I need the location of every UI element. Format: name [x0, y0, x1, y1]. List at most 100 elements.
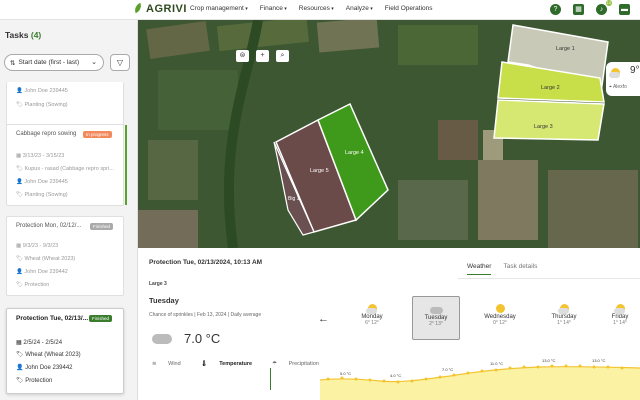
graph-label: 13.0 °C [542, 358, 555, 363]
forecast-day[interactable]: Wednesday 0° 12° [476, 296, 524, 340]
calendar-icon[interactable]: ▦ [573, 4, 584, 15]
nav-field-operations[interactable]: Field Operations [385, 5, 433, 12]
task-user: 👤 John Doe 239442 [16, 365, 73, 371]
task-user: 👤 John Doe 239442 [16, 269, 68, 275]
legend-temperature[interactable]: 🌡 Temperature [201, 361, 262, 367]
tasks-sidebar: Tasks (4) ⇅ Start date (first - last) ⌄ … [0, 20, 138, 400]
status-badge: Finished [89, 315, 113, 322]
main-nav: Crop management Finance Resources Analyz… [190, 5, 445, 12]
search-map-button[interactable]: ⌕ [276, 50, 289, 62]
task-crop: 🏷 Wheat (Wheat 2023) [16, 352, 81, 358]
zoom-in-button[interactable]: + [256, 50, 269, 62]
task-user-text: John Doe 239442 [24, 269, 68, 275]
bell-icon[interactable]: ♪ 10 [596, 0, 612, 15]
nav-resources[interactable]: Resources [299, 5, 334, 12]
sort-icon: ⇅ [10, 59, 16, 67]
sun-cloud-icon [613, 304, 625, 314]
tab-task-details[interactable]: Task details [503, 263, 537, 275]
task-crop-text: Wheat (Wheat 2023) [24, 256, 76, 262]
tab-weather[interactable]: Weather [467, 263, 492, 275]
cloud-icon [429, 307, 443, 314]
field-label-large-5: Large 5 [310, 168, 329, 174]
graph-label: 11.0 °C [490, 361, 503, 366]
field-label-large-4: Large 4 [345, 150, 364, 156]
status-badge: Finished [90, 223, 114, 230]
sun-cloud-icon [609, 68, 620, 78]
popup-place: ⌖ Alexfo [609, 84, 627, 90]
task-card-selected[interactable]: Protection Tue, 02/13/... Finished ▦ 2/5… [6, 308, 124, 394]
weather-summary: Chance of sprinkles | Feb 13, 2024 | Dai… [149, 312, 262, 318]
sort-select[interactable]: ⇅ Start date (first - last) ⌄ [4, 54, 104, 71]
cloud-icon [152, 334, 172, 344]
plus-icon: + [260, 52, 265, 59]
rain-icon: ☂ [272, 361, 278, 367]
satellite-map[interactable]: Large 1 Large 2 Large 3 Large 5 Large 4 … [138, 20, 640, 248]
forecast-day-selected[interactable]: Tuesday 2° 13° [412, 296, 460, 340]
field-label-large-1: Large 1 [556, 46, 575, 52]
help-icon[interactable]: ? [550, 4, 561, 15]
task-card[interactable]: 👤 John Doe 239445 🏷 Planting (Sowing) [6, 82, 124, 128]
task-card[interactable]: Protection Mon, 02/12/... Finished ▦ 9/3… [6, 216, 124, 296]
forecast-day-range: 2° 13° [429, 321, 443, 327]
forecast-day-range: 1° 14° [613, 320, 627, 326]
task-user: 👤 John Doe 239445 [16, 88, 68, 94]
thermometer-icon: 🌡 [200, 361, 208, 367]
forecast-day[interactable]: Thursday 1° 14° [540, 296, 588, 340]
forecast-day[interactable]: Friday 1° 14° [600, 296, 640, 340]
nav-finance[interactable]: Finance [260, 5, 287, 12]
popup-place-text: Alexfo [612, 84, 627, 90]
graph-legend: ≋ Wind 🌡 Temperature ☂ Precipitation [152, 361, 339, 367]
field-label-big-1: Big 1 [288, 196, 300, 202]
sort-label: Start date (first - last) [18, 59, 80, 66]
tasks-title: Tasks (4) [5, 30, 41, 40]
map-canvas: Large 1 Large 2 Large 3 Large 5 Large 4 … [138, 20, 640, 248]
field-large-3[interactable] [493, 99, 605, 141]
forecast-day[interactable]: Monday 6° 12° [348, 296, 396, 340]
task-card[interactable]: Cabbage repro sowing In progress ▦ 3/13/… [6, 124, 127, 206]
task-operation: 🏷 Protection [16, 378, 53, 384]
weather-condition: Chance of sprinkles [149, 312, 193, 318]
task-dates-text: 3/13/23 - 3/15/23 [22, 153, 65, 159]
filter-button[interactable]: ▽ [110, 54, 130, 71]
current-temp: 7.0 °C [184, 331, 221, 346]
sun-cloud-icon [557, 304, 569, 314]
task-operation-text: Protection [24, 282, 50, 288]
graph-label: 13.0 °C [592, 358, 605, 363]
notification-badge: 10 [605, 0, 612, 6]
card-rail [125, 125, 127, 205]
search-icon: ⌕ [280, 52, 285, 59]
logo-text: AGRIVI [146, 3, 187, 15]
field-name: Large 3 [149, 281, 167, 287]
graph-label: 7.0 °C [442, 367, 453, 372]
chat-icon[interactable]: ▬ [619, 4, 630, 15]
forecast-day-range: 6° 12° [365, 320, 379, 326]
nav-crop-management[interactable]: Crop management [190, 5, 248, 12]
nav-analyze[interactable]: Analyze [346, 5, 373, 12]
task-title: Protection Mon, 02/12/... [16, 223, 82, 229]
task-title: Cabbage repro sowing [16, 131, 77, 137]
arrow-left-icon: ← [318, 313, 329, 325]
filter-icon: ▽ [116, 58, 124, 67]
legend-temp-label: Temperature [219, 361, 253, 367]
field-label-large-3: Large 3 [534, 124, 553, 130]
legend-wind[interactable]: ≋ Wind [152, 361, 191, 367]
location-pin-icon: ⌖ [609, 84, 612, 90]
task-operation-text: Planting (Sowing) [24, 192, 68, 198]
map-weather-popup[interactable]: 9° ⌖ Alexfo [606, 62, 640, 96]
task-crop-text: Kupus - rasad (Cabbage repro spri... [24, 166, 114, 172]
layers-button[interactable]: ⊜ [236, 50, 249, 62]
task-user: 👤 John Doe 239445 [16, 179, 68, 185]
wind-icon: ≋ [152, 361, 157, 367]
agrivi-logo[interactable]: AGRIVI [134, 3, 187, 15]
forecast-day-range: 1° 14° [557, 320, 571, 326]
task-operation: 🏷 Planting (Sowing) [16, 192, 68, 198]
task-dates: ▦ 9/3/23 - 9/3/23 [16, 243, 59, 249]
selected-day-marker [270, 368, 271, 390]
selected-day: Tuesday [149, 296, 179, 305]
popup-temp: 9° [630, 65, 640, 76]
status-badge: In progress [83, 131, 112, 138]
prev-days-button[interactable]: ← [318, 313, 329, 325]
top-bar: AGRIVI Crop management Finance Resources… [0, 0, 640, 20]
task-operation-text: Planting (Sowing) [24, 102, 68, 108]
leaf-icon [134, 4, 144, 14]
